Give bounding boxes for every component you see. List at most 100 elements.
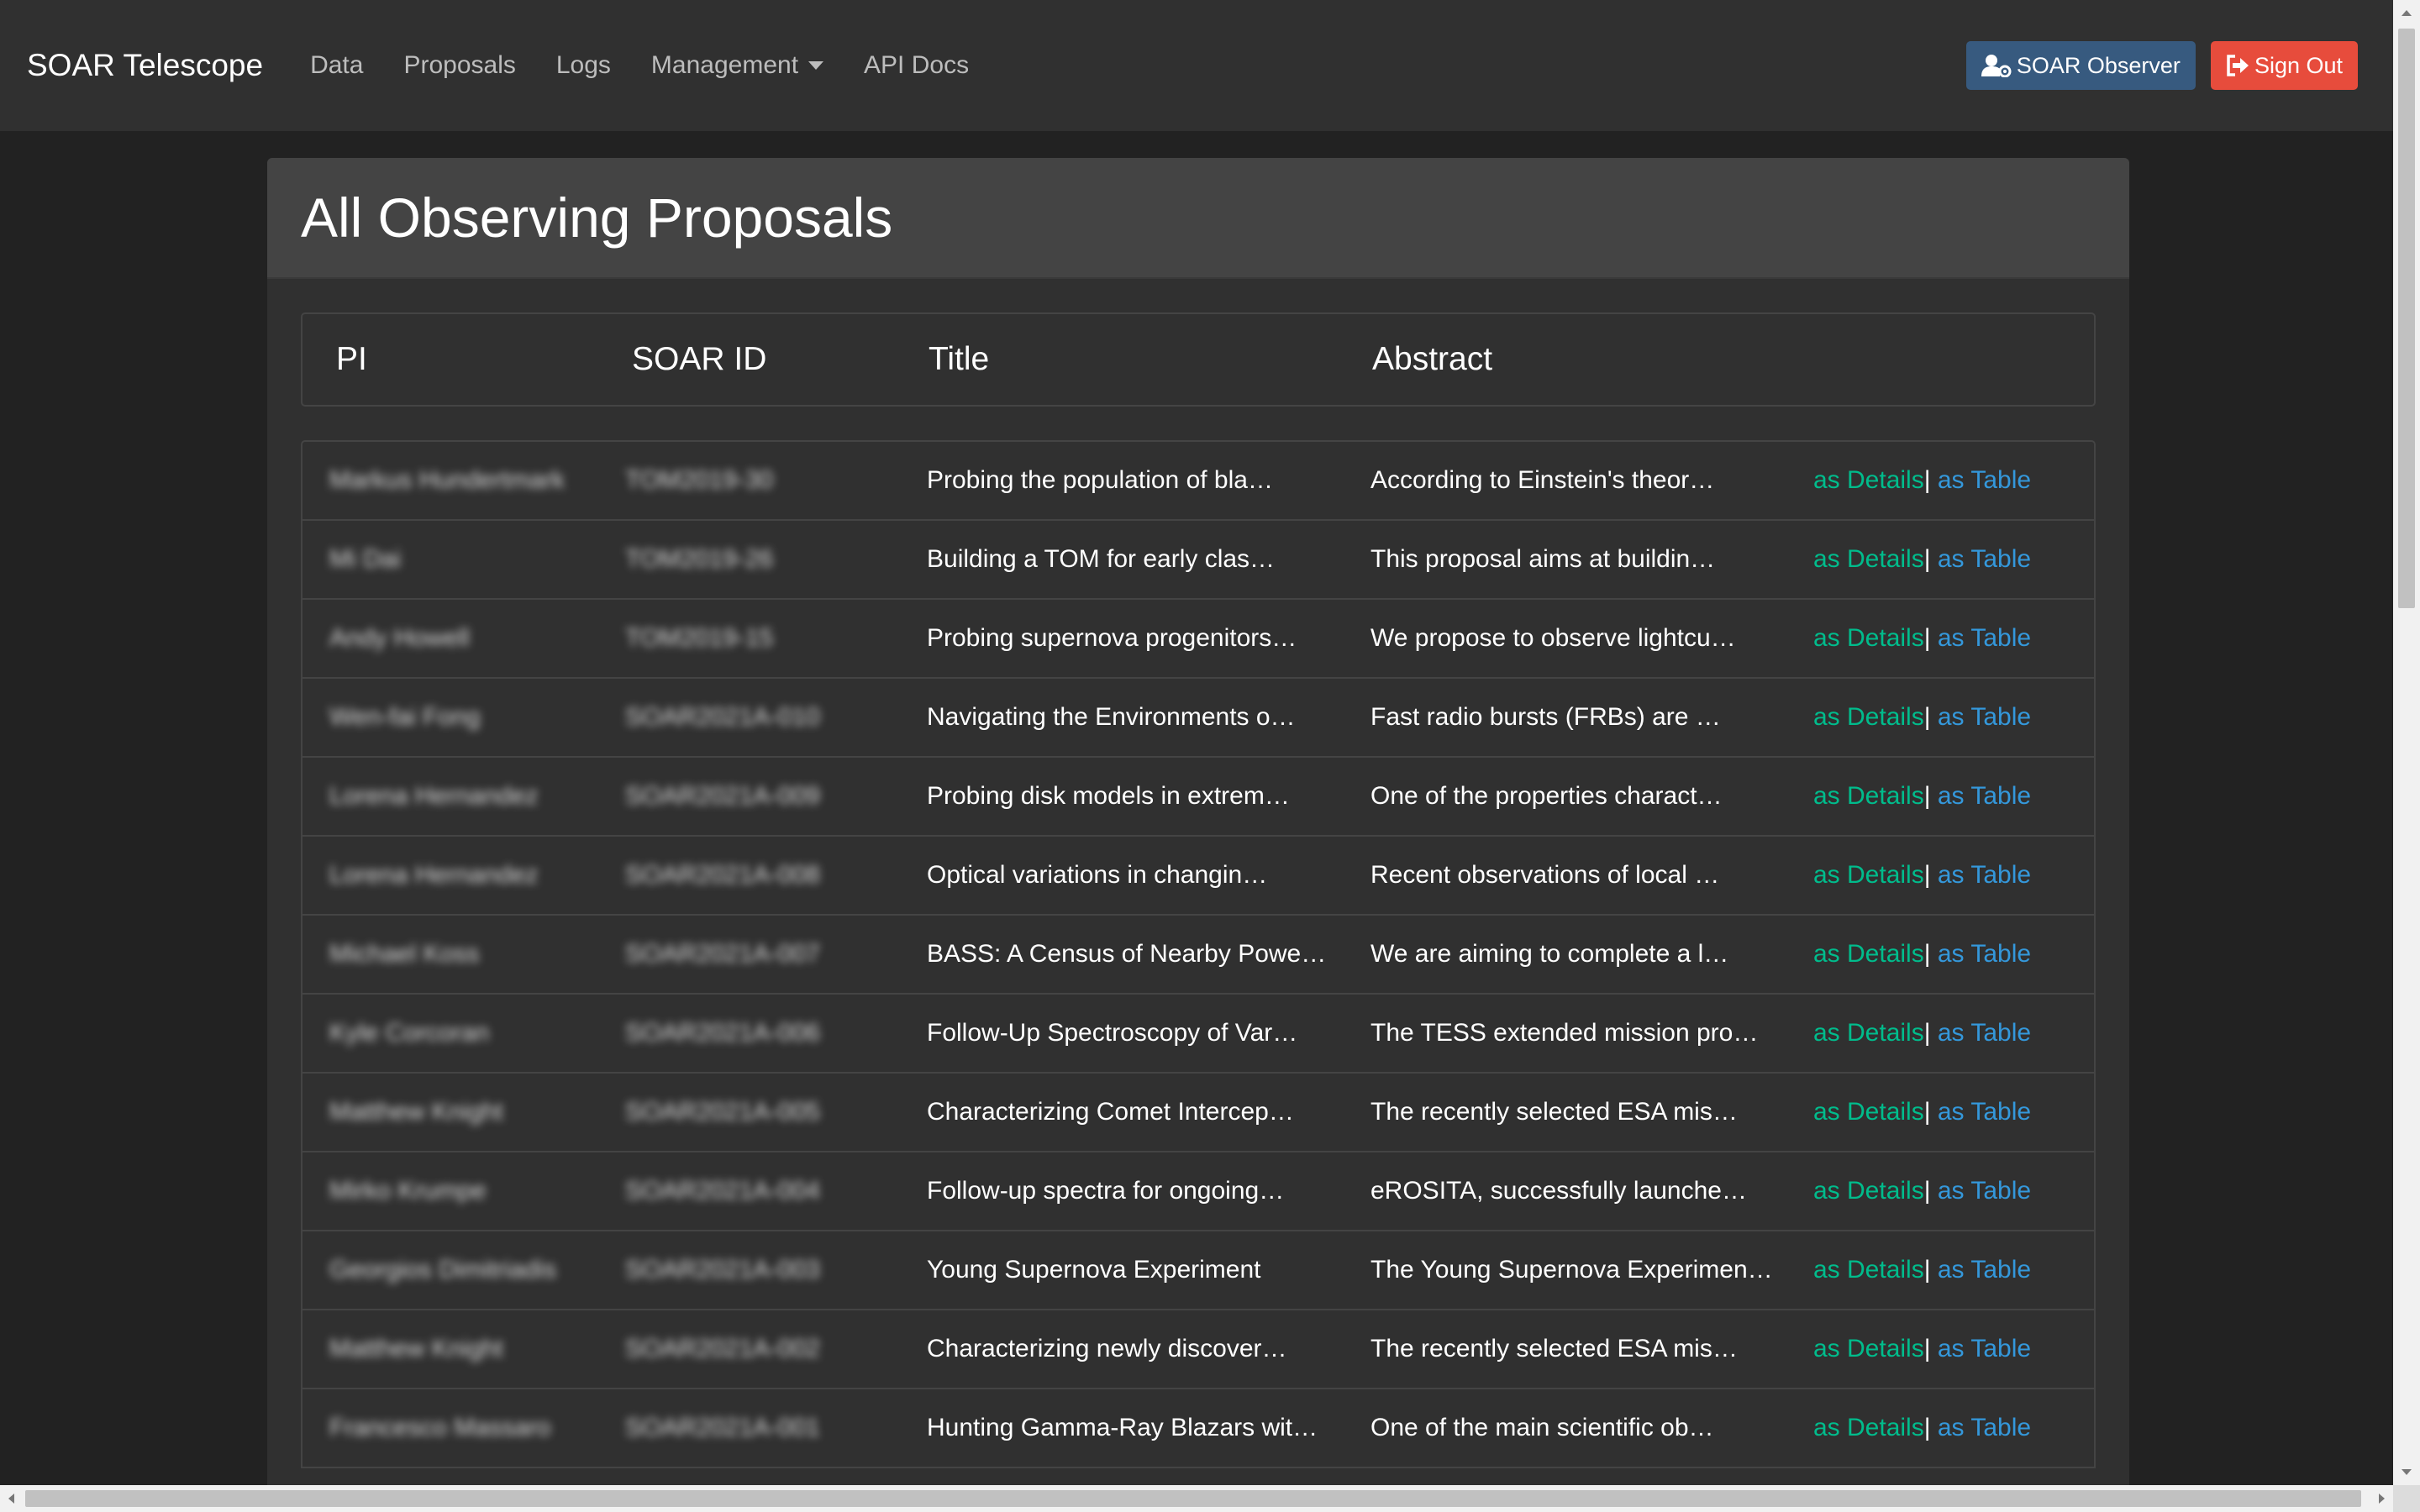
link-separator: | bbox=[1923, 466, 1931, 494]
view-as-details-link[interactable]: as Details bbox=[1813, 703, 1924, 731]
view-as-details-link[interactable]: as Details bbox=[1813, 466, 1924, 494]
column-header-abstract[interactable]: Abstract bbox=[1372, 314, 1492, 405]
sign-out-icon bbox=[2227, 55, 2249, 76]
table-row: Markus Hundertmark TOM2019-30 Probing the … bbox=[302, 442, 2094, 521]
nav-link-proposals[interactable]: Proposals bbox=[403, 51, 515, 80]
proposal-title: Building a TOM for early clas… bbox=[927, 545, 1276, 573]
proposal-title: Follow-Up Spectroscopy of Var… bbox=[927, 1019, 1298, 1047]
nav-link-api-docs[interactable]: API Docs bbox=[864, 51, 969, 80]
view-as-details-link[interactable]: as Details bbox=[1813, 1335, 1924, 1362]
brand-link[interactable]: SOAR Telescope bbox=[27, 48, 263, 83]
horizontal-scrollbar[interactable] bbox=[0, 1485, 2393, 1512]
page-title: All Observing Proposals bbox=[301, 186, 893, 249]
proposal-title: Characterizing Comet Intercep… bbox=[927, 1098, 1294, 1126]
pi-name: Georgios Dimitriadis bbox=[329, 1256, 557, 1284]
view-as-table-link[interactable]: as Table bbox=[1938, 1335, 2031, 1362]
link-separator: | bbox=[1923, 861, 1931, 889]
soar-id: SOAR2021A-003 bbox=[625, 1256, 820, 1284]
view-as-details-link[interactable]: as Details bbox=[1813, 1177, 1924, 1205]
view-as-details-link[interactable]: as Details bbox=[1813, 545, 1924, 573]
scroll-up-icon[interactable] bbox=[2402, 10, 2412, 16]
link-separator: | bbox=[1923, 1414, 1931, 1441]
scrollbar-corner bbox=[2393, 1485, 2420, 1512]
link-separator: | bbox=[1923, 940, 1931, 968]
row-actions: as Details| as Table bbox=[1813, 837, 2031, 914]
table-row: Matthew Knight SOAR2021A-005 Characterizin… bbox=[302, 1074, 2094, 1152]
observer-account-button[interactable]: SOAR Observer bbox=[1965, 41, 2196, 90]
view-as-table-link[interactable]: as Table bbox=[1938, 1019, 2031, 1047]
nav-link-data[interactable]: Data bbox=[310, 51, 363, 80]
link-separator: | bbox=[1923, 703, 1931, 731]
view-as-details-link[interactable]: as Details bbox=[1813, 940, 1924, 968]
table-row: Michael Koss SOAR2021A-007 BASS: A Census … bbox=[302, 916, 2094, 995]
chevron-down-icon bbox=[808, 61, 824, 70]
soar-id: SOAR2021A-001 bbox=[625, 1414, 820, 1441]
proposal-title: Navigating the Environments o… bbox=[927, 703, 1296, 731]
view-as-table-link[interactable]: as Table bbox=[1938, 703, 2031, 731]
proposal-title: Young Supernova Experiment bbox=[927, 1256, 1261, 1284]
proposal-title: Probing the population of bla… bbox=[927, 466, 1273, 494]
row-actions: as Details| as Table bbox=[1813, 442, 2031, 519]
view-as-details-link[interactable]: as Details bbox=[1813, 782, 1924, 810]
link-separator: | bbox=[1923, 782, 1931, 810]
scroll-left-icon[interactable] bbox=[8, 1494, 14, 1504]
view-as-details-link[interactable]: as Details bbox=[1813, 1414, 1924, 1441]
proposal-title: Optical variations in changin… bbox=[927, 861, 1268, 889]
row-actions: as Details| as Table bbox=[1813, 521, 2031, 598]
pi-name: Lorena Hernandez bbox=[329, 861, 539, 889]
row-actions: as Details| as Table bbox=[1813, 600, 2031, 677]
column-header-soar-id[interactable]: SOAR ID bbox=[632, 314, 766, 405]
table-row: Lorena Hernandez SOAR2021A-008 Optical var… bbox=[302, 837, 2094, 916]
view-as-details-link[interactable]: as Details bbox=[1813, 1098, 1924, 1126]
top-navbar: SOAR Telescope Data Proposals Logs Manag… bbox=[0, 0, 2393, 131]
view-as-table-link[interactable]: as Table bbox=[1938, 1414, 2031, 1441]
view-as-table-link[interactable]: as Table bbox=[1938, 940, 2031, 968]
pi-name: Francesco Massaro bbox=[329, 1414, 551, 1441]
proposal-abstract: This proposal aims at buildin… bbox=[1370, 545, 1716, 573]
table-row: Wen-fai Fong SOAR2021A-010 Navigating the … bbox=[302, 679, 2094, 758]
row-actions: as Details| as Table bbox=[1813, 1389, 2031, 1467]
pi-name: Andy Howell bbox=[329, 624, 470, 652]
row-actions: as Details| as Table bbox=[1813, 1074, 2031, 1151]
proposal-abstract: One of the properties charact… bbox=[1370, 782, 1723, 810]
table-row: Matthew Knight SOAR2021A-002 Characterizin… bbox=[302, 1310, 2094, 1389]
link-separator: | bbox=[1923, 1177, 1931, 1205]
view-as-table-link[interactable]: as Table bbox=[1938, 466, 2031, 494]
vertical-scrollbar-thumb[interactable] bbox=[2398, 29, 2415, 608]
nav-right-group: SOAR Observer Sign Out bbox=[1965, 41, 2358, 90]
row-actions: as Details| as Table bbox=[1813, 1310, 2031, 1388]
view-as-table-link[interactable]: as Table bbox=[1938, 1098, 2031, 1126]
table-header: PI SOAR ID Title Abstract bbox=[301, 312, 2096, 407]
view-as-table-link[interactable]: as Table bbox=[1938, 1256, 2031, 1284]
view-as-table-link[interactable]: as Table bbox=[1938, 624, 2031, 652]
table-row: Georgios Dimitriadis SOAR2021A-003 Young S… bbox=[302, 1231, 2094, 1310]
proposal-abstract: The TESS extended mission pro… bbox=[1370, 1019, 1759, 1047]
sign-out-button[interactable]: Sign Out bbox=[2210, 41, 2358, 90]
nav-link-logs[interactable]: Logs bbox=[556, 51, 611, 80]
view-as-details-link[interactable]: as Details bbox=[1813, 861, 1924, 889]
soar-id: TOM2019-26 bbox=[625, 545, 774, 573]
view-as-table-link[interactable]: as Table bbox=[1938, 782, 2031, 810]
view-as-details-link[interactable]: as Details bbox=[1813, 1256, 1924, 1284]
pi-name: Matthew Knight bbox=[329, 1098, 503, 1126]
soar-id: SOAR2021A-002 bbox=[625, 1335, 820, 1362]
view-as-table-link[interactable]: as Table bbox=[1938, 1177, 2031, 1205]
proposal-title: Probing supernova progenitors… bbox=[927, 624, 1297, 652]
vertical-scrollbar[interactable] bbox=[2393, 0, 2420, 1485]
pi-name: Matthew Knight bbox=[329, 1335, 503, 1362]
soar-id: TOM2019-30 bbox=[625, 466, 774, 494]
horizontal-scrollbar-thumb[interactable] bbox=[25, 1490, 2361, 1507]
nav-dropdown-management[interactable]: Management bbox=[651, 51, 824, 80]
view-as-table-link[interactable]: as Table bbox=[1938, 545, 2031, 573]
column-header-pi[interactable]: PI bbox=[336, 314, 367, 405]
row-actions: as Details| as Table bbox=[1813, 1152, 2031, 1230]
view-as-details-link[interactable]: as Details bbox=[1813, 624, 1924, 652]
proposal-abstract: The recently selected ESA mis… bbox=[1370, 1098, 1738, 1126]
scroll-down-icon[interactable] bbox=[2402, 1469, 2412, 1475]
column-header-title[interactable]: Title bbox=[929, 314, 989, 405]
scroll-right-icon[interactable] bbox=[2379, 1494, 2385, 1504]
proposal-title: Probing disk models in extrem… bbox=[927, 782, 1290, 810]
proposal-abstract: The Young Supernova Experimen… bbox=[1370, 1256, 1773, 1284]
view-as-table-link[interactable]: as Table bbox=[1938, 861, 2031, 889]
view-as-details-link[interactable]: as Details bbox=[1813, 1019, 1924, 1047]
